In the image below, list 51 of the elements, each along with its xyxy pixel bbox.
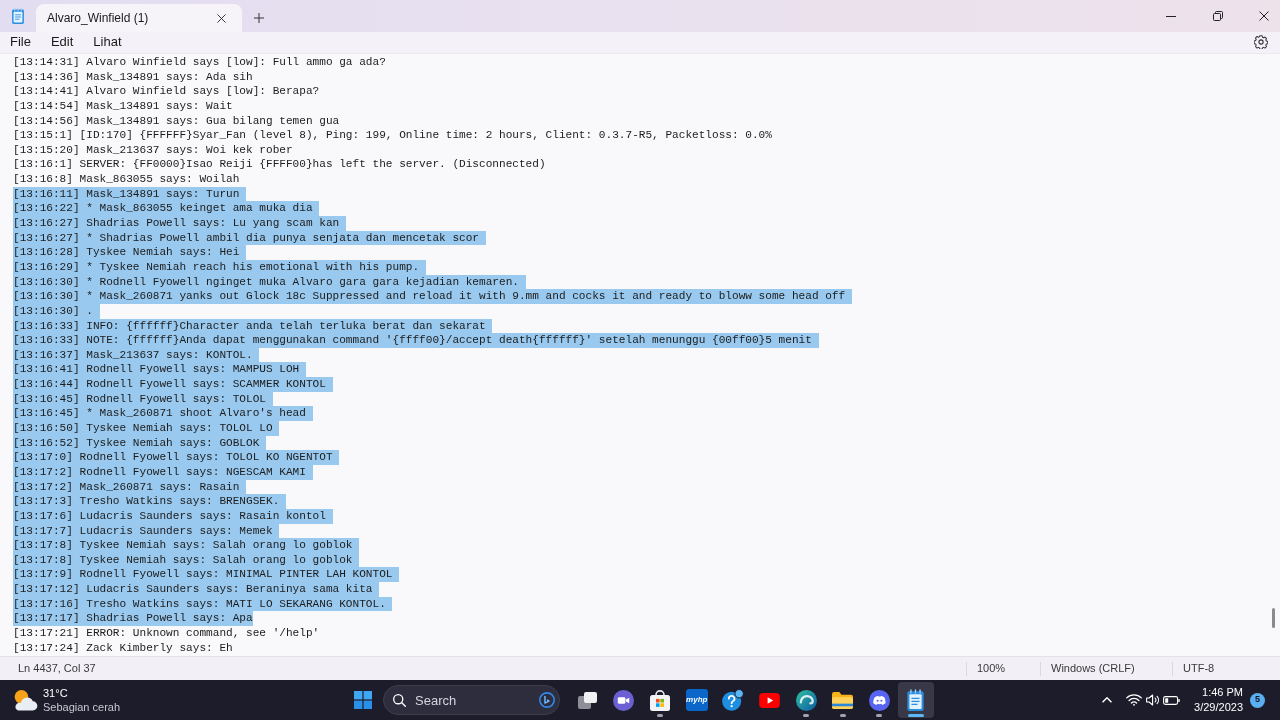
help-bubble-icon	[722, 689, 745, 711]
ribbon-logo-icon[interactable]	[539, 692, 555, 708]
text-line: [13:14:56] Mask_134891 says: Gua bilang temen gua	[13, 113, 340, 129]
video-camera-icon	[613, 689, 635, 711]
clock-button[interactable]: 1:46 PM 3/29/2023	[1194, 685, 1243, 715]
plus-icon[interactable]	[254, 13, 264, 23]
line-ending[interactable]: Windows (CRLF)	[1051, 660, 1135, 677]
wave-logo-icon	[795, 689, 817, 711]
text-line: [13:14:31] Alvaro Winfield says [low]: Full ammo ga ada?	[13, 55, 386, 70]
battery-icon[interactable]	[1163, 695, 1181, 705]
text-line: [13:17:24] Zack Kimberly says: Eh	[13, 640, 233, 656]
folder-icon	[832, 691, 854, 709]
notepad-icon	[907, 689, 925, 711]
text-line: [13:14:54] Mask_134891 says: Wait	[13, 98, 233, 114]
text-line: [13:17:21] ERROR: Unknown command, see '/help'	[13, 626, 320, 641]
windows-logo-icon	[354, 691, 372, 709]
close-icon	[1259, 11, 1269, 21]
cursor-position: Ln 4437, Col 37	[17, 661, 96, 677]
text-line: [13:15:1] [ID:170] {FFFFFF}Syar_Fan (level 8), Ping: 199, Online time: 2 hours, Client: 0.3.7-R5, Packetloss: 0.0%	[13, 128, 772, 143]
text-line: [13:16:1] SERVER: {FF0000}Isao Reiji {FFFF00}has left the server. (Disconnected)	[13, 157, 546, 173]
zoom-level[interactable]: 100%	[977, 660, 1006, 677]
search-field[interactable]: Search	[383, 685, 560, 715]
text-line: [13:14:41] Alvaro Winfield says [low]: Berapa?	[13, 84, 320, 99]
scrollbar-thumb[interactable]	[1272, 608, 1275, 628]
text-line: [13:14:36] Mask_134891 says: Ada sih	[13, 69, 253, 85]
notepad-icon	[12, 8, 24, 24]
menu-item[interactable]: Edit	[40, 32, 84, 52]
chevron-up-icon[interactable]	[1102, 697, 1113, 703]
close-icon[interactable]	[217, 13, 226, 23]
restore-icon	[1212, 11, 1223, 21]
search-icon	[393, 693, 406, 707]
settings-icon[interactable]	[1254, 35, 1268, 49]
encoding[interactable]: UTF-8	[1183, 660, 1215, 677]
text-line: [13:15:20] Mask_213637 says: Woi kek rober	[13, 142, 293, 158]
taskbar-app-button[interactable]: myhp	[678, 682, 715, 718]
task-view-icon	[577, 691, 597, 709]
shopping-bag-icon	[650, 689, 671, 711]
wifi-icon[interactable]	[1126, 694, 1143, 706]
play-icon	[759, 692, 781, 708]
menu-item[interactable]: Lihat	[83, 32, 132, 52]
minimize-icon	[1166, 15, 1176, 17]
text-line: [13:16:8] Mask_863055 says: Woilah	[13, 172, 240, 187]
menu-item[interactable]: File	[0, 32, 41, 52]
notification-badge[interactable]: 5	[1250, 692, 1265, 708]
speaker-icon[interactable]	[1146, 694, 1160, 706]
document-tab[interactable]: Alvaro_Winfield (1)	[36, 4, 242, 32]
sun-cloud-icon	[14, 689, 38, 711]
taskbar-app-button[interactable]	[897, 682, 934, 718]
weather-widget[interactable]: 31°C Sebagian cerah	[14, 686, 121, 714]
controller-face-icon	[868, 689, 890, 711]
logo-tile: myhp	[685, 689, 708, 711]
